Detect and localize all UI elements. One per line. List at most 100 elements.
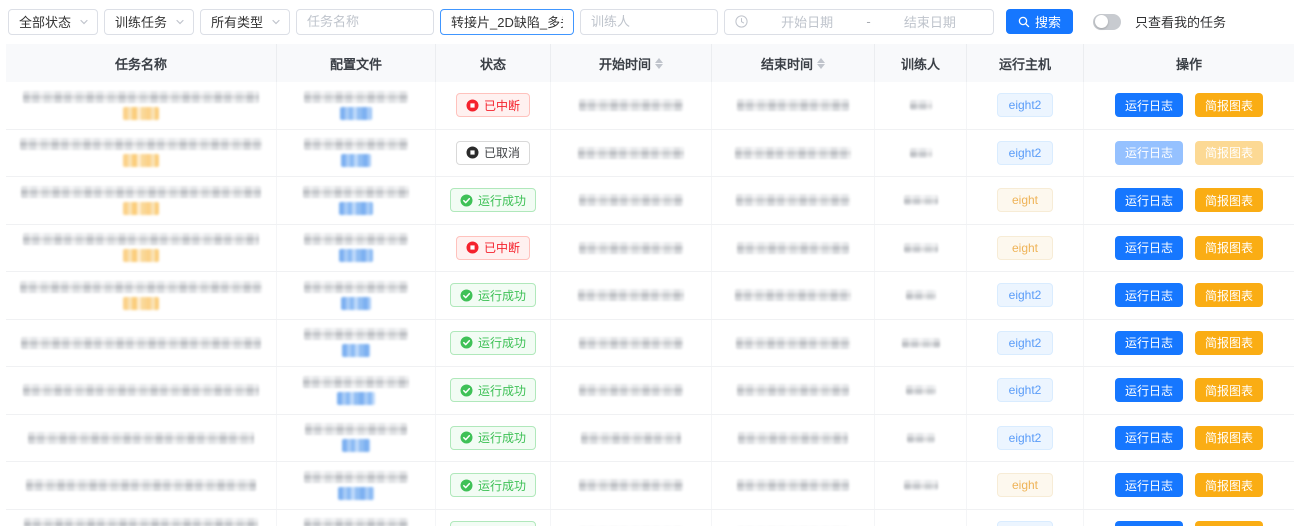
trainer-redacted: [904, 480, 938, 490]
config-file-cell: [277, 130, 436, 177]
task-name-cell: [6, 82, 277, 129]
config-link-redacted[interactable]: [339, 249, 373, 262]
config-link-redacted[interactable]: [341, 154, 371, 167]
report-chart-button[interactable]: 简报图表: [1195, 426, 1263, 450]
actions-cell: 运行日志简报图表: [1084, 130, 1294, 177]
run-log-button[interactable]: 运行日志: [1115, 473, 1183, 497]
toggle-knob: [1095, 15, 1108, 28]
host-tag: eight: [997, 188, 1053, 212]
host-cell: eight: [967, 462, 1084, 509]
task-name-filter-input[interactable]: [440, 9, 574, 35]
check-circle-icon: [460, 384, 473, 397]
config-file-redacted: [304, 138, 408, 150]
report-chart-button[interactable]: 简报图表: [1195, 473, 1263, 497]
trainer-cell: [875, 510, 967, 526]
status-label: 运行成功: [478, 287, 526, 304]
report-chart-button[interactable]: 简报图表: [1195, 141, 1263, 165]
config-link-redacted[interactable]: [342, 344, 370, 357]
run-log-button[interactable]: 运行日志: [1115, 141, 1183, 165]
sort-icon[interactable]: [817, 58, 825, 69]
start-time-redacted: [579, 242, 683, 254]
end-time-redacted: [737, 384, 849, 396]
task-type-select[interactable]: 训练任务: [104, 9, 194, 35]
date-range-picker[interactable]: 开始日期 - 结束日期: [724, 9, 994, 35]
host-cell: eight2: [967, 415, 1084, 462]
config-link-redacted[interactable]: [342, 439, 370, 452]
task-tag-redacted: [123, 202, 159, 215]
host-cell: eight2: [967, 510, 1084, 526]
config-link-redacted[interactable]: [341, 297, 371, 310]
run-log-button[interactable]: 运行日志: [1115, 378, 1183, 402]
status-cell: 运行成功: [436, 415, 551, 462]
run-log-button[interactable]: 运行日志: [1115, 426, 1183, 450]
run-log-button[interactable]: 运行日志: [1115, 236, 1183, 260]
host-tag: eight2: [997, 283, 1053, 307]
start-time-redacted: [579, 337, 683, 349]
task-name-redacted: [21, 337, 261, 349]
date-range-separator: -: [866, 14, 870, 29]
trainer-cell: [875, 415, 967, 462]
report-chart-button[interactable]: 简报图表: [1195, 378, 1263, 402]
table-row: 运行成功 eight2 运行日志 简报图表: [6, 510, 1294, 526]
config-file-redacted: [303, 186, 409, 198]
status-filter-select[interactable]: 全部状态: [8, 9, 98, 35]
report-chart-button[interactable]: 简报图表: [1195, 283, 1263, 307]
run-log-button[interactable]: 运行日志: [1115, 521, 1183, 526]
check-circle-icon: [460, 431, 473, 444]
date-start-placeholder: 开始日期: [754, 12, 860, 31]
run-log-button[interactable]: 运行日志: [1115, 188, 1183, 212]
column-header-操作: 操作: [1084, 44, 1294, 82]
sort-icon[interactable]: [655, 58, 663, 69]
stop-circle-icon: [466, 99, 479, 112]
table-header: 任务名称配置文件状态开始时间结束时间训练人运行主机操作: [6, 44, 1294, 82]
start-time-cell: [551, 320, 712, 367]
trainer-redacted: [910, 100, 932, 110]
start-time-redacted: [581, 432, 681, 444]
end-time-cell: [712, 510, 875, 526]
run-log-button[interactable]: 运行日志: [1115, 283, 1183, 307]
table-row: 运行成功eight2运行日志简报图表: [6, 320, 1294, 368]
category-select[interactable]: 所有类型: [200, 9, 290, 35]
clock-icon: [735, 15, 748, 28]
task-name-redacted: [28, 432, 254, 444]
report-chart-button[interactable]: 简报图表: [1195, 236, 1263, 260]
config-link-redacted[interactable]: [339, 202, 373, 215]
host-cell: eight2: [967, 272, 1084, 319]
task-name-cell: [6, 177, 277, 224]
host-tag: eight: [997, 473, 1053, 497]
date-end-placeholder: 结束日期: [877, 12, 983, 31]
table-row: 运行成功eight2运行日志简报图表: [6, 415, 1294, 463]
search-button[interactable]: 搜索: [1006, 9, 1073, 34]
run-log-button[interactable]: 运行日志: [1115, 93, 1183, 117]
config-file-cell: [277, 462, 436, 509]
end-time-cell: [712, 320, 875, 367]
report-chart-button[interactable]: 简报图表: [1195, 331, 1263, 355]
task-name-redacted: [20, 281, 262, 293]
trainer-redacted: [902, 338, 940, 348]
only-mine-toggle[interactable]: [1093, 14, 1121, 30]
start-time-cell: [551, 82, 712, 129]
status-label: 已中断: [484, 97, 520, 114]
host-cell: eight2: [967, 130, 1084, 177]
status-badge: 运行成功: [450, 188, 536, 212]
config-link-redacted[interactable]: [340, 107, 372, 120]
status-label: 运行成功: [478, 192, 526, 209]
config-link-redacted[interactable]: [337, 392, 375, 405]
trainer-input[interactable]: [580, 9, 718, 35]
report-chart-button[interactable]: 简报图表: [1195, 188, 1263, 212]
task-name-input[interactable]: [296, 9, 434, 35]
column-header-结束时间[interactable]: 结束时间: [712, 44, 875, 82]
config-file-cell: [277, 367, 436, 414]
end-time-cell: [712, 462, 875, 509]
status-cell: 已取消: [436, 130, 551, 177]
actions-cell: 运行日志简报图表: [1084, 415, 1294, 462]
end-time-redacted: [735, 147, 851, 159]
status-badge: 运行成功: [450, 521, 536, 526]
report-chart-button[interactable]: 简报图表: [1195, 93, 1263, 117]
column-header-开始时间[interactable]: 开始时间: [551, 44, 712, 82]
start-time-redacted: [578, 289, 684, 301]
config-file-redacted: [304, 518, 408, 526]
run-log-button[interactable]: 运行日志: [1115, 331, 1183, 355]
config-link-redacted[interactable]: [338, 487, 374, 500]
report-chart-button[interactable]: 简报图表: [1195, 521, 1263, 526]
